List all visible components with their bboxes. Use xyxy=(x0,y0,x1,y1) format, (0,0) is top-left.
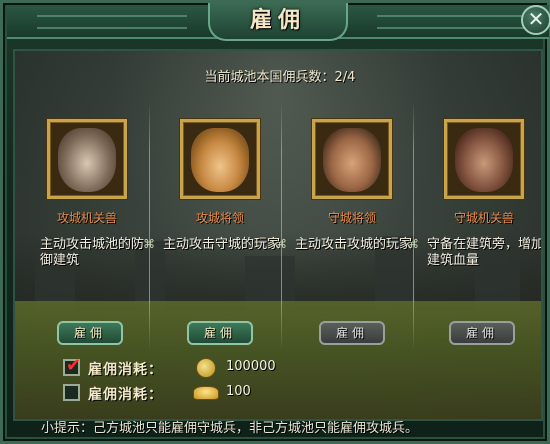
cost-checkbox-coin[interactable]: ✔ xyxy=(63,355,81,376)
cost-value: 100000 xyxy=(226,359,276,374)
card-name: 守城机关兽 xyxy=(453,211,514,225)
dialog-title: 雇佣 xyxy=(249,8,306,33)
portrait-defense-general[interactable] xyxy=(312,119,392,199)
card-description: 主动攻击攻城的玩家 xyxy=(295,237,413,252)
title-ornament-left xyxy=(37,15,187,29)
copper-coin-icon xyxy=(196,358,216,378)
column-divider xyxy=(413,101,414,351)
cost-label: 雇佣消耗： xyxy=(88,362,163,378)
portrait-mech-beast[interactable] xyxy=(47,119,127,199)
guard-beast-icon xyxy=(455,128,513,192)
gold-ingot-icon xyxy=(193,386,219,400)
hire-dialog: 雇佣 ✕ 当前城池本国佣兵数：2/4 ⌘ ⌘ ⌘ 攻城机关兽 主动攻击城池的防御… xyxy=(0,0,550,444)
close-button[interactable]: ✕ xyxy=(521,5,550,35)
card-name: 攻城机关兽 xyxy=(56,211,117,225)
close-icon: ✕ xyxy=(527,7,545,31)
card-description: 守备在建筑旁，增加建筑血量 xyxy=(427,237,543,268)
column-divider xyxy=(281,101,282,351)
hire-button-guard-beast[interactable]: 雇佣 xyxy=(449,321,515,345)
title-ornament-right xyxy=(377,15,527,29)
card-description: 主动攻击守城的玩家 xyxy=(163,237,281,252)
card-name: 守城将领 xyxy=(327,211,376,225)
hire-button-siege-beast[interactable]: 雇佣 xyxy=(57,321,123,345)
portrait-guard-beast[interactable] xyxy=(444,119,524,199)
cost-label: 雇佣消耗： xyxy=(88,387,163,403)
cost-value: 100 xyxy=(226,384,251,399)
hire-button-attack-general[interactable]: 雇佣 xyxy=(187,321,253,345)
content-panel: 当前城池本国佣兵数：2/4 ⌘ ⌘ ⌘ 攻城机关兽 主动攻击城池的防御建筑 雇佣… xyxy=(13,49,543,421)
card-name: 攻城将领 xyxy=(195,211,244,225)
cost-checkbox-ingot[interactable] xyxy=(63,384,80,401)
mercenary-count: 当前城池本国佣兵数：2/4 xyxy=(204,70,356,85)
mech-beast-helmet-icon xyxy=(58,128,116,192)
hire-button-defense-general[interactable]: 雇佣 xyxy=(319,321,385,345)
checkmark-icon: ✔ xyxy=(66,355,82,376)
hint-text: 小提示：己方城池只能雇佣守城兵，非己方城池只能雇佣攻城兵。 xyxy=(41,421,419,436)
portrait-attack-general[interactable] xyxy=(180,119,260,199)
defense-general-icon xyxy=(323,128,381,192)
column-divider xyxy=(149,101,150,351)
attack-general-icon xyxy=(191,128,249,192)
card-description: 主动攻击城池的防御建筑 xyxy=(40,237,145,268)
